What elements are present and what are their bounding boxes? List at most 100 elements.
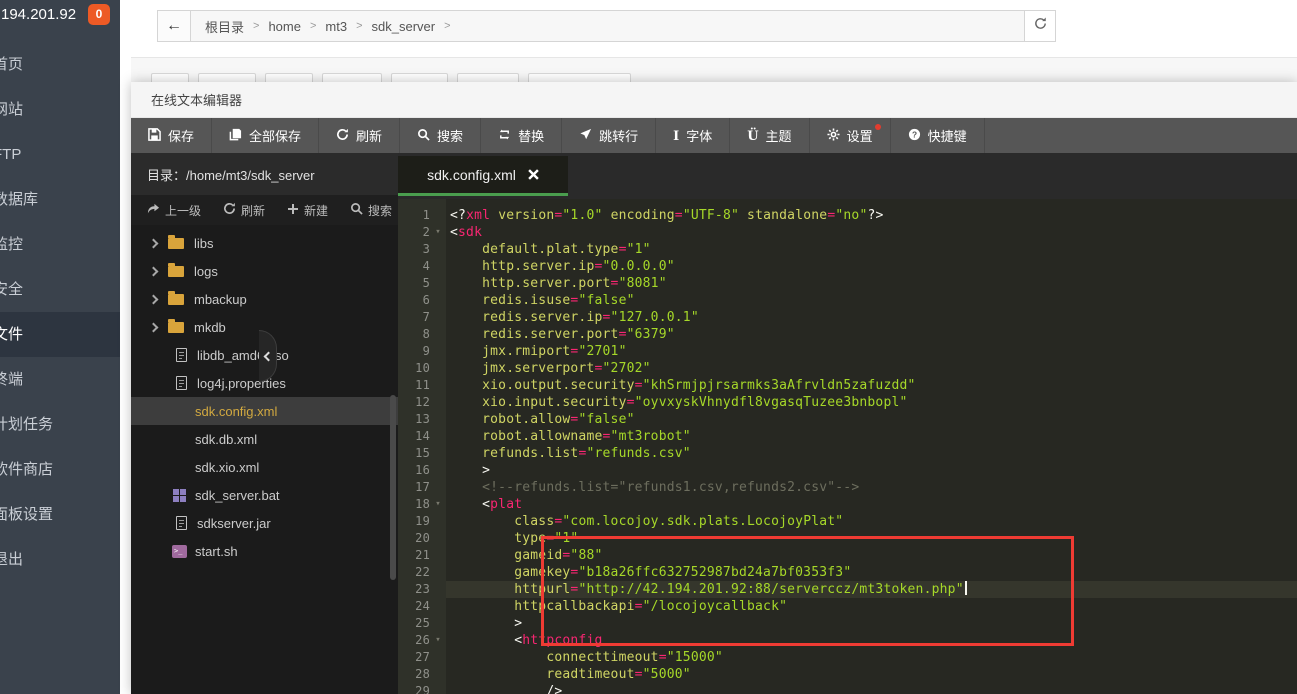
sidebar-item-8[interactable]: 计划任务 xyxy=(0,402,120,447)
tree-item-sdk.db.xml[interactable]: sdk.db.xml xyxy=(131,425,398,453)
fold-gutter xyxy=(430,513,446,530)
notification-badge[interactable]: 0 xyxy=(88,4,110,25)
sidebar-item-6[interactable]: 文件 xyxy=(0,312,120,357)
tree-tool-plus[interactable]: 新建 xyxy=(287,202,328,219)
line-number: 29 xyxy=(398,683,430,694)
toolbar-button-settings[interactable]: 设置 xyxy=(810,118,891,153)
fold-gutter xyxy=(430,683,446,694)
sidebar-item-10[interactable]: 面板设置 xyxy=(0,492,120,537)
tree-item-sdk.config.xml[interactable]: sdk.config.xml xyxy=(131,397,398,425)
sidebar-item-label: 数据库 xyxy=(0,177,38,222)
tree-scrollbar-thumb[interactable] xyxy=(390,395,396,580)
close-icon[interactable] xyxy=(528,167,539,183)
tab-sdk-config-xml[interactable]: sdk.config.xml xyxy=(398,156,568,196)
crumb-3[interactable]: sdk_server xyxy=(372,19,436,34)
chevron-right-icon[interactable] xyxy=(149,322,159,332)
online-editor-modal: 在线文本编辑器 保存全部保存刷新搜索替换跳转行I字体Ü主题设置?快捷键 目录：/… xyxy=(131,82,1297,694)
tree-tool-label: 刷新 xyxy=(241,202,265,219)
topbar: ← 根目录>home>mt3>sdk_server> xyxy=(131,0,1297,57)
crumb-2[interactable]: mt3 xyxy=(325,19,347,34)
sidebar-item-3[interactable]: 数据库 xyxy=(0,177,120,222)
code-line-4: 4 http.server.ip="0.0.0.0" xyxy=(398,258,1297,275)
code-text: class="com.locojoy.sdk.plats.LocojoyPlat… xyxy=(450,513,843,530)
tree-tool-search[interactable]: 搜索 xyxy=(350,202,392,219)
tree-tool-label: 上一级 xyxy=(165,202,201,219)
toolbar-button-goto-line[interactable]: 跳转行 xyxy=(562,118,656,153)
code-text: httpcallbackapi="/locojoycallback" xyxy=(450,598,787,615)
breadcrumb-path-field[interactable]: 根目录>home>mt3>sdk_server> xyxy=(191,10,1025,42)
sidebar-item-5[interactable]: 安全 xyxy=(0,267,120,312)
fold-gutter xyxy=(430,241,446,258)
line-number: 17 xyxy=(398,479,430,496)
sidebar-item-4[interactable]: 监控 xyxy=(0,222,120,267)
code-line-9: 9 jmx.rmiport="2701" xyxy=(398,343,1297,360)
code-text: http.server.port="8081" xyxy=(450,275,667,292)
crumb-0[interactable]: 根目录 xyxy=(205,17,244,36)
chevron-right-icon[interactable] xyxy=(149,238,159,248)
code-line-27: 27 connecttimeout="15000" xyxy=(398,649,1297,666)
tree-item-start.sh[interactable]: >_start.sh xyxy=(131,537,398,565)
crumb-1[interactable]: home xyxy=(268,19,301,34)
sidebar-item-label: 计划任务 xyxy=(0,402,53,447)
sidebar-item-1[interactable]: 网站 xyxy=(0,87,120,132)
sidebar-item-2[interactable]: FTP xyxy=(0,132,120,177)
code-editor[interactable]: 1<?xml version="1.0" encoding="UTF-8" st… xyxy=(398,199,1297,694)
tree-item-label: sdk_server.bat xyxy=(195,488,280,503)
fold-gutter xyxy=(430,428,446,445)
toolbar-button-font[interactable]: I字体 xyxy=(656,118,730,153)
arrow-left-icon: ← xyxy=(166,17,182,35)
line-number: 4 xyxy=(398,258,430,275)
fold-arrow-icon[interactable]: ▾ xyxy=(430,224,446,241)
fold-gutter xyxy=(430,394,446,411)
folder-icon xyxy=(168,294,184,305)
sidebar-item-0[interactable]: 首页 xyxy=(0,42,120,87)
toolbar-button-label: 搜索 xyxy=(437,126,463,145)
back-button[interactable]: ← xyxy=(157,10,191,42)
code-line-5: 5 http.server.port="8081" xyxy=(398,275,1297,292)
sidebar-item-11[interactable]: 退出 xyxy=(0,537,120,582)
toolbar-button-replace[interactable]: 替换 xyxy=(481,118,562,153)
chevron-right-icon[interactable] xyxy=(149,294,159,304)
tree-item-sdk_server.bat[interactable]: sdk_server.bat xyxy=(131,481,398,509)
toolbar-button-refresh[interactable]: 刷新 xyxy=(319,118,400,153)
code-text: <?xml version="1.0" encoding="UTF-8" sta… xyxy=(450,207,884,224)
toolbar-button-save-all[interactable]: 全部保存 xyxy=(212,118,319,153)
tree-item-sdkserver.jar[interactable]: sdkserver.jar xyxy=(131,509,398,537)
line-number: 24 xyxy=(398,598,430,615)
file-icon xyxy=(176,348,187,362)
fold-arrow-icon[interactable]: ▾ xyxy=(430,496,446,513)
folder-icon xyxy=(168,266,184,277)
toolbar-button-hotkeys[interactable]: ?快捷键 xyxy=(891,118,985,153)
fold-gutter xyxy=(430,666,446,683)
code-line-14: 14 robot.allowname="mt3robot" xyxy=(398,428,1297,445)
refresh-path-button[interactable] xyxy=(1024,10,1056,42)
toolbar-button-search[interactable]: 搜索 xyxy=(400,118,481,153)
fold-gutter xyxy=(430,411,446,428)
svg-text:?: ? xyxy=(912,129,917,139)
tree-item-label: mkdb xyxy=(194,320,226,335)
fold-gutter xyxy=(430,581,446,598)
fold-gutter xyxy=(430,479,446,496)
tree-tool-up-level[interactable]: 上一级 xyxy=(147,202,201,219)
chevron-right-icon[interactable] xyxy=(149,266,159,276)
code-line-22: 22 gamekey="b18a26ffc632752987bd24a7bf03… xyxy=(398,564,1297,581)
toolbar-button-theme[interactable]: Ü主题 xyxy=(730,118,809,153)
tree-item-logs[interactable]: logs xyxy=(131,257,398,285)
sidebar-item-label: 面板设置 xyxy=(0,492,53,537)
tree-item-label: sdk.db.xml xyxy=(195,432,257,447)
folder-icon xyxy=(168,322,184,333)
sidebar-item-7[interactable]: 终端 xyxy=(0,357,120,402)
code-text: robot.allow="false" xyxy=(450,411,635,428)
tree-item-mbackup[interactable]: mbackup xyxy=(131,285,398,313)
tree-item-libs[interactable]: libs xyxy=(131,229,398,257)
editor-toolbar: 保存全部保存刷新 搜索替换跳转行I字体Ü主题设置?快捷键 xyxy=(131,118,1297,153)
crumb-separator: > xyxy=(310,20,316,32)
tree-item-sdk.xio.xml[interactable]: sdk.xio.xml xyxy=(131,453,398,481)
sidebar-item-9[interactable]: 软件商店 xyxy=(0,447,120,492)
save-button[interactable]: 保存 xyxy=(131,118,212,153)
fold-gutter xyxy=(430,309,446,326)
fold-gutter xyxy=(430,530,446,547)
file-icon xyxy=(176,516,187,530)
fold-arrow-icon[interactable]: ▾ xyxy=(430,632,446,649)
tree-tool-refresh[interactable]: 刷新 xyxy=(223,202,265,219)
